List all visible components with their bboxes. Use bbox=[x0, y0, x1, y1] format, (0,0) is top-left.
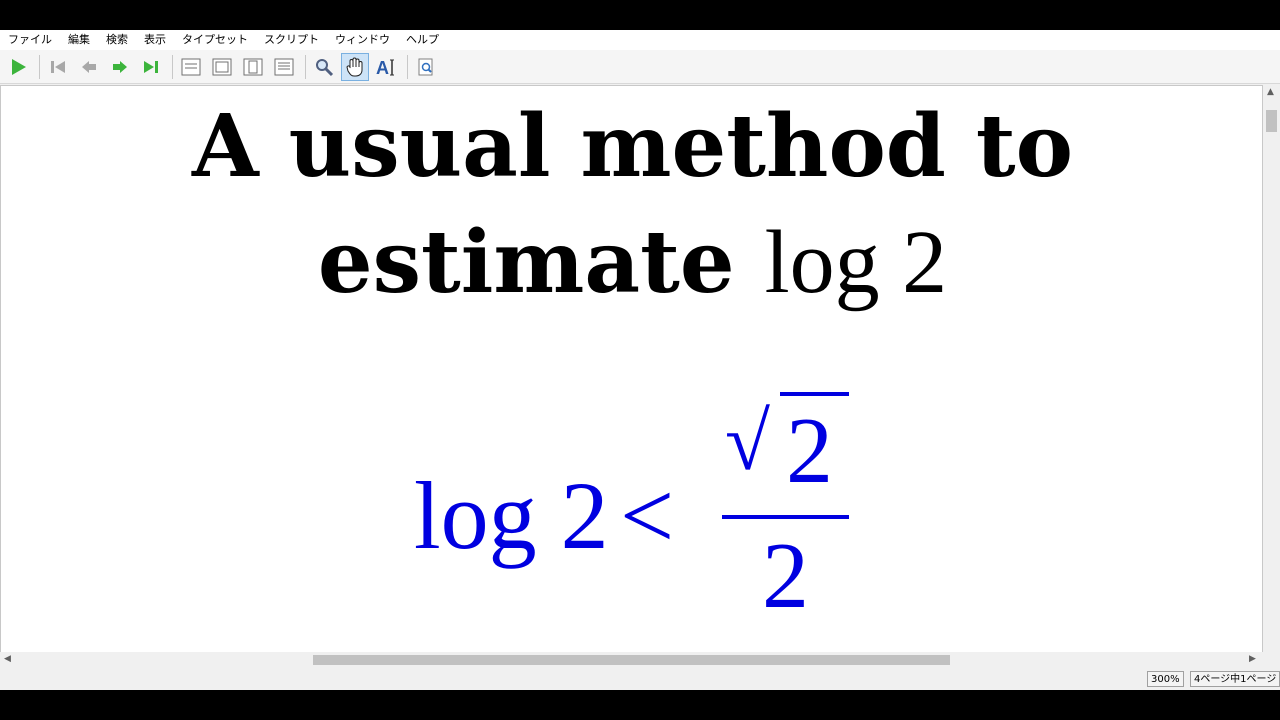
page-layout-1-icon bbox=[181, 58, 201, 75]
last-page-button[interactable] bbox=[137, 53, 165, 81]
toolbar-separator bbox=[172, 54, 173, 79]
page-layout-4-button[interactable] bbox=[270, 53, 298, 81]
fraction-bar bbox=[722, 515, 849, 519]
first-page-button[interactable] bbox=[44, 53, 72, 81]
toolbar: A bbox=[0, 50, 1280, 84]
page-layout-2-button[interactable] bbox=[208, 53, 236, 81]
title-math-log2: log 2 bbox=[764, 213, 948, 312]
page-indicator: 4ページ中1ページ bbox=[1190, 671, 1280, 687]
first-page-icon bbox=[51, 60, 65, 73]
select-text-button[interactable]: A bbox=[372, 53, 400, 81]
toolbar-separator bbox=[407, 54, 408, 79]
title-word-estimate: estimate bbox=[317, 212, 735, 313]
menu-file[interactable]: ファイル bbox=[0, 30, 60, 50]
equation-denominator: 2 bbox=[762, 524, 809, 628]
page-layout-4-icon bbox=[274, 58, 294, 75]
vertical-scrollbar[interactable]: ▲ ▼ bbox=[1263, 85, 1280, 682]
menu-window[interactable]: ウィンドウ bbox=[327, 30, 398, 50]
zoom-level[interactable]: 300% bbox=[1147, 671, 1184, 687]
document-title-line-2: estimate log 2 bbox=[1, 218, 1262, 308]
magnifier-button[interactable] bbox=[310, 53, 338, 81]
equation-numerator: 2 bbox=[786, 399, 833, 503]
menu-script[interactable]: スクリプト bbox=[256, 30, 327, 50]
status-bar: 300% 4ページ中1ページ bbox=[0, 668, 1280, 690]
menu-help[interactable]: ヘルプ bbox=[398, 30, 447, 50]
typeset-button[interactable] bbox=[4, 53, 32, 81]
document-title-line-1: A usual method to bbox=[192, 96, 1073, 197]
equation-sqrt-sign: √ bbox=[725, 396, 771, 487]
menu-search[interactable]: 検索 bbox=[98, 30, 136, 50]
last-page-icon bbox=[144, 60, 158, 73]
prev-page-icon bbox=[82, 60, 96, 73]
equation-relation: < bbox=[620, 462, 675, 569]
find-in-source-button[interactable] bbox=[412, 53, 440, 81]
previewer-window: ファイル 編集 検索 表示 タイプセット スクリプト ウィンドウ ヘルプ A A… bbox=[0, 30, 1280, 690]
prev-page-button[interactable] bbox=[75, 53, 103, 81]
play-icon bbox=[12, 58, 26, 75]
scroll-right-arrow-icon[interactable]: ▶ bbox=[1249, 654, 1256, 664]
menu-bar: ファイル 編集 検索 表示 タイプセット スクリプト ウィンドウ ヘルプ bbox=[0, 30, 1280, 50]
horizontal-scroll-thumb[interactable] bbox=[313, 655, 950, 665]
page-layout-2-icon bbox=[212, 58, 232, 75]
horizontal-scrollbar[interactable]: ◀ ▶ bbox=[0, 652, 1263, 668]
menu-edit[interactable]: 編集 bbox=[60, 30, 98, 50]
svg-text:A: A bbox=[376, 58, 389, 77]
magnifier-icon bbox=[316, 58, 334, 76]
scroll-left-arrow-icon[interactable]: ◀ bbox=[4, 654, 11, 664]
next-page-icon bbox=[113, 60, 127, 73]
scroll-up-arrow-icon[interactable]: ▲ bbox=[1267, 87, 1274, 97]
menu-view[interactable]: 表示 bbox=[136, 30, 174, 50]
select-text-icon: A bbox=[376, 58, 394, 77]
hand-tool-button[interactable] bbox=[341, 52, 369, 81]
toolbar-separator bbox=[305, 54, 306, 79]
toolbar-separator bbox=[39, 54, 40, 79]
menu-typeset[interactable]: タイプセット bbox=[174, 30, 256, 50]
page-layout-1-button[interactable] bbox=[177, 53, 205, 81]
page-layout-3-icon bbox=[243, 58, 263, 75]
document-view[interactable]: A usual method to estimate log 2 log 2 <… bbox=[0, 85, 1263, 682]
vertical-scroll-thumb[interactable] bbox=[1266, 110, 1277, 132]
page-layout-3-button[interactable] bbox=[239, 53, 267, 81]
find-in-source-icon bbox=[418, 58, 433, 75]
hand-tool-icon bbox=[346, 57, 363, 76]
equation-lhs: log 2 bbox=[414, 462, 609, 569]
sqrt-overline bbox=[780, 392, 849, 396]
next-page-button[interactable] bbox=[106, 53, 134, 81]
